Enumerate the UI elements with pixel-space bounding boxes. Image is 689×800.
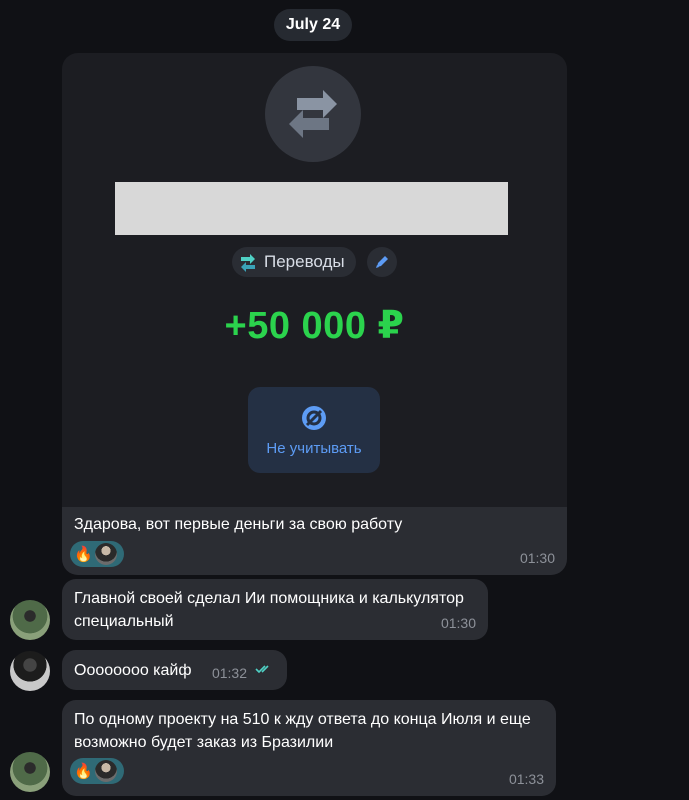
message-bubble[interactable]: Оооооооо кайф 01:32 xyxy=(62,650,287,690)
category-label: Переводы xyxy=(264,252,345,271)
message-bubble[interactable]: По одному проекту на 510 к жду ответа до… xyxy=(62,700,556,796)
message-text: Оооооооо кайф xyxy=(74,662,192,679)
chat-screen: July 24 Переводы +50 000 ₽ Не учитывать … xyxy=(0,0,689,800)
message-time: 01:33 xyxy=(508,771,544,787)
message-text: По одному проекту на 510 к жду ответа до… xyxy=(74,711,531,751)
transfer-icon-circle xyxy=(265,66,361,162)
message-time: 01:32 xyxy=(211,665,247,681)
avatar[interactable] xyxy=(10,752,50,792)
reaction-badge[interactable]: 🔥 xyxy=(70,541,124,567)
transaction-amount: +50 000 ₽ xyxy=(224,305,405,347)
fire-icon: 🔥 xyxy=(74,762,93,780)
avatar[interactable] xyxy=(10,600,50,640)
reactor-avatar xyxy=(94,543,117,565)
message-time: 01:30 xyxy=(440,615,476,631)
avatar[interactable] xyxy=(10,651,50,691)
category-chip[interactable]: Переводы xyxy=(232,247,356,277)
edit-button[interactable] xyxy=(367,247,397,277)
transaction-card: Переводы +50 000 ₽ Не учитывать xyxy=(62,53,567,513)
message-bubble[interactable]: Здарова, вот первые деньги за свою работ… xyxy=(62,507,567,575)
ignore-button[interactable]: Не учитывать xyxy=(248,387,380,473)
reaction-badge[interactable]: 🔥 xyxy=(70,758,124,784)
redacted-block xyxy=(115,182,508,235)
message-text: Здарова, вот первые деньги за свою работ… xyxy=(74,516,403,533)
date-separator: July 24 xyxy=(274,9,352,41)
double-check-icon xyxy=(255,658,275,681)
reactor-avatar xyxy=(94,760,117,782)
message-time: 01:30 xyxy=(519,550,555,566)
fire-icon: 🔥 xyxy=(74,545,93,563)
message-text: Главной своей сделал Ии помощника и каль… xyxy=(74,590,464,630)
disabled-icon xyxy=(302,405,326,430)
message-bubble[interactable]: Главной своей сделал Ии помощника и каль… xyxy=(62,579,488,640)
transfer-arrows-icon xyxy=(289,90,337,138)
transfer-icon xyxy=(238,252,258,272)
ignore-label: Не учитывать xyxy=(266,439,362,457)
pencil-icon xyxy=(376,256,388,268)
